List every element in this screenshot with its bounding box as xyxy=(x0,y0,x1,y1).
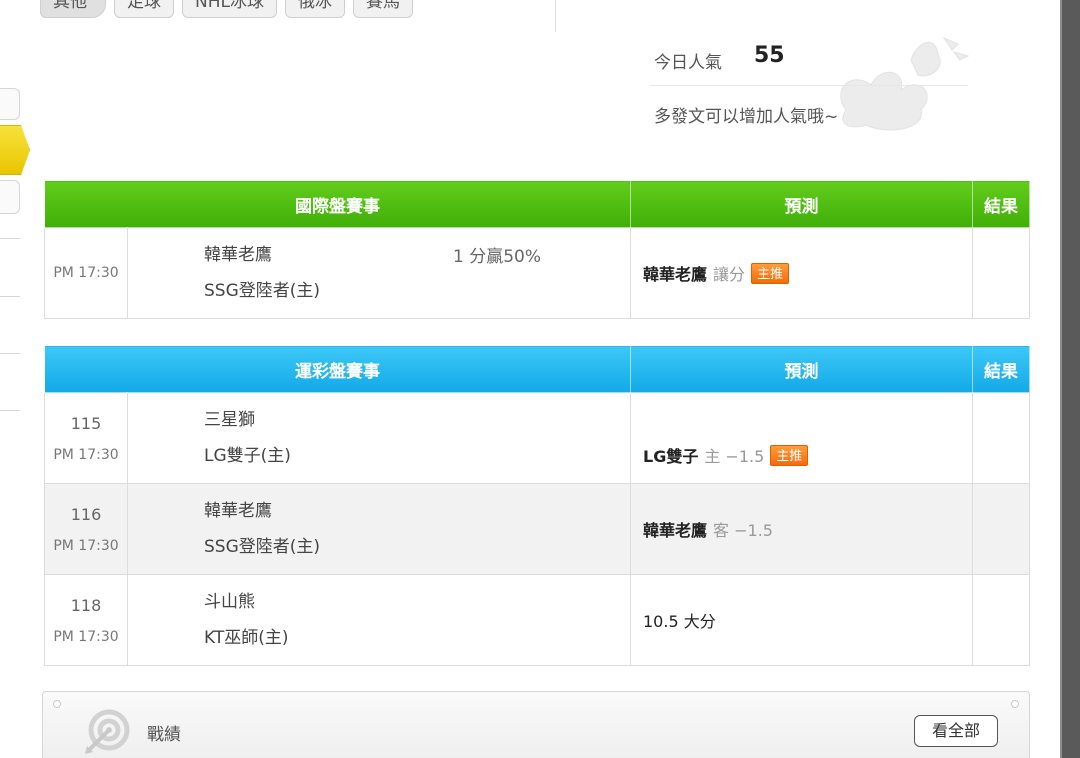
popularity-value: 55 xyxy=(754,43,785,68)
category-tags: 其他 足球 NHL冰球 俄冰 賽馬 xyxy=(40,0,413,18)
tag-horse-racing[interactable]: 賽馬 xyxy=(352,0,413,18)
match-time-text: PM 17:30 xyxy=(53,446,119,463)
match-number: 116 xyxy=(70,504,102,524)
match-time: 116 PM 17:30 xyxy=(44,483,128,575)
prediction-detail: 主 −1.5 xyxy=(704,447,765,466)
prediction-pick: 韓華老鷹 xyxy=(643,265,708,284)
intl-match-table: 國際盤賽事 預測 結果 PM 17:30 韓華老鷹 SSG登陸者(主) 1 分贏… xyxy=(44,180,1030,319)
home-team[interactable]: KT巫師(主) xyxy=(204,620,630,656)
panel-rivet xyxy=(1011,700,1019,708)
match-teams: 三星獅 LG雙子(主) xyxy=(127,392,631,484)
table-header: 國際盤賽事 預測 結果 xyxy=(44,180,1030,228)
tag-football[interactable]: 足球 xyxy=(114,0,174,18)
side-divider xyxy=(0,296,20,297)
match-teams: 斗山熊 KT巫師(主) xyxy=(127,574,631,666)
result-cell xyxy=(972,227,1030,319)
target-icon xyxy=(85,709,130,754)
side-divider xyxy=(0,238,20,239)
table-row: 115 PM 17:30 三星獅 LG雙子(主) LG雙子主 −1.5 主推 xyxy=(44,392,1030,484)
home-team[interactable]: LG雙子(主) xyxy=(204,438,630,474)
header-divider xyxy=(555,0,556,32)
side-tab-active[interactable] xyxy=(0,125,30,175)
table-row: 118 PM 17:30 斗山熊 KT巫師(主) 10.5 大分 xyxy=(44,574,1030,666)
table-header: 運彩盤賽事 預測 結果 xyxy=(44,345,1030,393)
away-team[interactable]: 三星獅 xyxy=(204,402,630,438)
prediction-cell: LG雙子主 −1.5 主推 xyxy=(630,392,973,484)
prediction-pick: 韓華老鷹 xyxy=(643,521,708,540)
header-prediction: 預測 xyxy=(630,180,973,228)
prediction-cell: 韓華老鷹 讓分 主推 xyxy=(630,227,973,319)
view-all-button[interactable]: 看全部 xyxy=(914,715,998,747)
tag-other[interactable]: 其他 xyxy=(40,0,106,18)
away-team[interactable]: 韓華老鷹 xyxy=(204,493,630,529)
header-match: 運彩盤賽事 xyxy=(44,345,631,393)
result-cell xyxy=(972,574,1030,666)
side-divider xyxy=(0,410,20,411)
match-teams: 韓華老鷹 SSG登陸者(主) 1 分贏50% xyxy=(127,227,631,319)
prediction-pick: LG雙子 xyxy=(643,447,699,466)
handicap-odds: 1 分贏50% xyxy=(453,247,542,267)
match-time-text: PM 17:30 xyxy=(53,537,119,554)
tag-nhl[interactable]: NHL冰球 xyxy=(182,0,277,18)
popularity-divider xyxy=(650,85,968,86)
header-result: 結果 xyxy=(972,180,1030,228)
main-pick-badge: 主推 xyxy=(751,263,790,284)
table-row: 116 PM 17:30 韓華老鷹 SSG登陸者(主) 韓華老鷹客 −1.5 xyxy=(44,483,1030,575)
match-time: PM 17:30 xyxy=(44,227,128,319)
match-number: 115 xyxy=(70,413,102,433)
away-team[interactable]: 韓華老鷹 xyxy=(204,237,630,273)
result-cell xyxy=(972,483,1030,575)
match-time: 118 PM 17:30 xyxy=(44,574,128,666)
match-time-text: PM 17:30 xyxy=(53,628,119,645)
record-panel: 戰績 看全部 xyxy=(42,691,1030,758)
result-cell xyxy=(972,392,1030,484)
prediction-detail: 讓分 xyxy=(713,265,746,284)
match-time: 115 PM 17:30 xyxy=(44,392,128,484)
popularity-label: 今日人氣 xyxy=(654,53,722,73)
prediction-pick: 10.5 大分 xyxy=(643,612,716,631)
lottery-match-table: 運彩盤賽事 預測 結果 115 PM 17:30 三星獅 LG雙子(主) LG雙… xyxy=(44,345,1030,666)
record-title: 戰績 xyxy=(147,725,181,745)
main-pick-badge: 主推 xyxy=(770,445,809,466)
header-result: 結果 xyxy=(972,345,1030,393)
side-divider xyxy=(0,353,20,354)
window-frame xyxy=(1062,0,1080,758)
prediction-cell: 韓華老鷹客 −1.5 xyxy=(630,483,973,575)
away-team[interactable]: 斗山熊 xyxy=(204,584,630,620)
page: 其他 足球 NHL冰球 俄冰 賽馬 今日人氣 55 多發文可以增加人氣哦~ 國際… xyxy=(0,0,1060,758)
header-match: 國際盤賽事 xyxy=(44,180,631,228)
match-number: 118 xyxy=(70,595,102,615)
prediction-cell: 10.5 大分 xyxy=(630,574,973,666)
table-row: PM 17:30 韓華老鷹 SSG登陸者(主) 1 分贏50% 韓華老鷹 讓分 主推 xyxy=(44,227,1030,319)
popularity-hint: 多發文可以增加人氣哦~ xyxy=(654,107,839,127)
side-tab[interactable] xyxy=(0,180,20,214)
side-tab[interactable] xyxy=(0,88,20,120)
tag-khl[interactable]: 俄冰 xyxy=(284,0,345,18)
prediction-detail: 客 −1.5 xyxy=(713,521,773,540)
header-prediction: 預測 xyxy=(630,345,973,393)
match-teams: 韓華老鷹 SSG登陸者(主) xyxy=(127,483,631,575)
home-team[interactable]: SSG登陸者(主) xyxy=(204,529,630,565)
panel-rivet xyxy=(53,700,61,708)
home-team[interactable]: SSG登陸者(主) xyxy=(204,273,630,309)
